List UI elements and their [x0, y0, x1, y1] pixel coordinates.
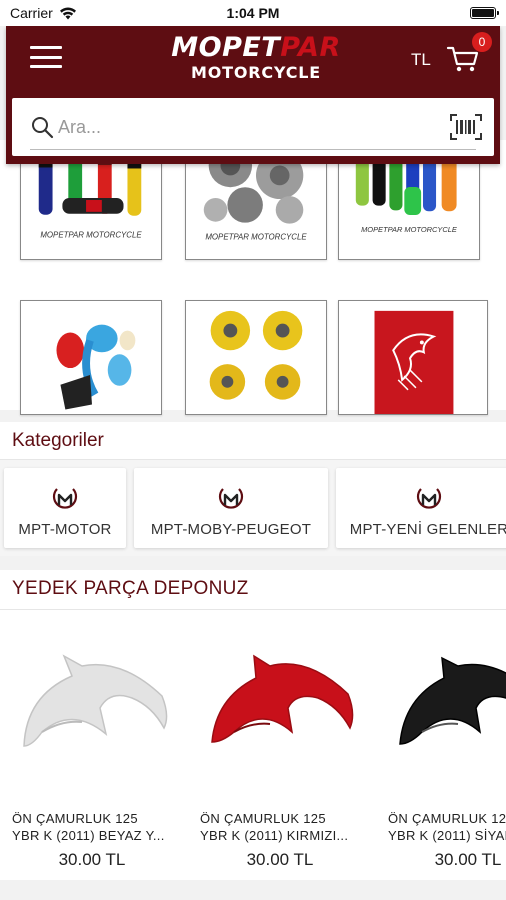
- logo-main-left: MOPET: [171, 32, 281, 63]
- product-name: ÖN ÇAMURLUK 125 YBR K (2011) BEYAZ Y...: [12, 810, 180, 844]
- hamburger-icon-bar: [30, 65, 62, 68]
- svg-text:MOPETPAR MOTORCYCLE: MOPETPAR MOTORCYCLE: [361, 225, 458, 234]
- carrier-label: Carrier: [10, 5, 53, 21]
- product-price: 30.00 TL: [434, 850, 502, 869]
- grid-tile-eagle-poster[interactable]: [338, 300, 488, 415]
- product-price: 30.00 TL: [246, 850, 314, 869]
- bottom-fill: [0, 880, 506, 900]
- hamburger-icon-bar: [30, 55, 62, 59]
- mopet-m-logo-icon: [218, 488, 244, 509]
- category-label: MPT-MOBY-PEUGEOT: [150, 521, 312, 538]
- logo-main: MOPETPAR: [156, 34, 356, 62]
- product-grid: MOPETPAR MOTORCYCLE MOPETPAR MOTORCYCLE: [0, 130, 506, 415]
- battery-icon: [470, 7, 499, 19]
- mopet-m-logo-icon: [52, 488, 78, 509]
- barcode-scan-icon[interactable]: [450, 114, 482, 140]
- hamburger-icon-bar: [30, 46, 62, 49]
- product-name-line2: YBR K (2011) KIRMIZI...: [200, 828, 349, 843]
- product-card[interactable]: ÖN ÇAMURLUK 125 YBR K (2011) KIRMIZI... …: [190, 610, 370, 880]
- app-header: MOPETPAR MOTORCYCLE TL 0: [6, 26, 500, 164]
- fender-black-image: [399, 656, 506, 745]
- horn-bulbs-image: [21, 301, 161, 414]
- categories-row: MPT-MOTOR MPT-MOBY-PEUGEOT MPT-YENİ GELE…: [0, 460, 506, 556]
- app-screen: Carrier 1:04 PM MOPETPAR MOTORCYCLE MOPE…: [0, 0, 506, 900]
- gold-hubs-image: [186, 301, 326, 414]
- product-name-line1: ÖN ÇAMURLUK 125: [200, 811, 326, 826]
- logo-main-right: PAR: [280, 32, 341, 63]
- product-card[interactable]: ÖN ÇAMURLUK 125 YBR K (2011) SİYAH... 30…: [378, 610, 506, 880]
- status-left: Carrier: [10, 5, 77, 21]
- logo-sub: MOTORCYCLE: [191, 63, 321, 82]
- search-underline: [30, 149, 476, 150]
- status-bar: Carrier 1:04 PM: [0, 0, 506, 26]
- search-bar: [12, 98, 494, 156]
- eagle-poster-image: [339, 301, 487, 414]
- wifi-icon: [59, 7, 76, 19]
- product-name: ÖN ÇAMURLUK 125 YBR K (2011) SİYAH...: [388, 810, 506, 844]
- category-card-mpt-yeni-gelenler[interactable]: MPT-YENİ GELENLER: [336, 468, 506, 548]
- grid-tile-horn-bulbs[interactable]: [20, 300, 162, 415]
- product-name-line1: ÖN ÇAMURLUK 125: [388, 811, 506, 826]
- product-name: ÖN ÇAMURLUK 125 YBR K (2011) KIRMIZI...: [200, 810, 368, 844]
- product-name-line1: ÖN ÇAMURLUK 125: [12, 811, 138, 826]
- product-name-line2: YBR K (2011) SİYAH...: [388, 828, 506, 843]
- grid-tile-gold-hubs[interactable]: [185, 300, 327, 415]
- categories-title: Kategoriler: [0, 422, 506, 460]
- product-price: 30.00 TL: [58, 850, 126, 869]
- fender-red-image: [211, 654, 354, 743]
- cart-count-badge: 0: [472, 32, 492, 52]
- fender-white-image: [23, 654, 168, 747]
- search-icon: [32, 117, 54, 139]
- search-input[interactable]: [58, 110, 438, 144]
- category-label: MPT-YENİ GELENLER: [349, 521, 506, 538]
- product-card[interactable]: ÖN ÇAMURLUK 125 YBR K (2011) BEYAZ Y... …: [2, 610, 182, 880]
- currency-selector[interactable]: TL: [411, 50, 431, 70]
- category-card-mpt-moby-peugeot[interactable]: MPT-MOBY-PEUGEOT: [134, 468, 328, 548]
- svg-text:MOPETPAR MOTORCYCLE: MOPETPAR MOTORCYCLE: [205, 232, 307, 241]
- brand-logo[interactable]: MOPETPAR MOTORCYCLE: [156, 34, 356, 82]
- products-row: ÖN ÇAMURLUK 125 YBR K (2011) BEYAZ Y... …: [0, 610, 506, 880]
- mopet-m-logo-icon: [416, 488, 442, 509]
- menu-button[interactable]: [30, 44, 62, 70]
- category-label: MPT-MOTOR: [18, 521, 112, 538]
- product-name-line2: YBR K (2011) BEYAZ Y...: [12, 828, 165, 843]
- svg-text:MOPETPAR MOTORCYCLE: MOPETPAR MOTORCYCLE: [40, 230, 142, 239]
- category-card-mpt-motor[interactable]: MPT-MOTOR: [4, 468, 126, 548]
- products-title: YEDEK PARÇA DEPONUZ: [0, 570, 506, 610]
